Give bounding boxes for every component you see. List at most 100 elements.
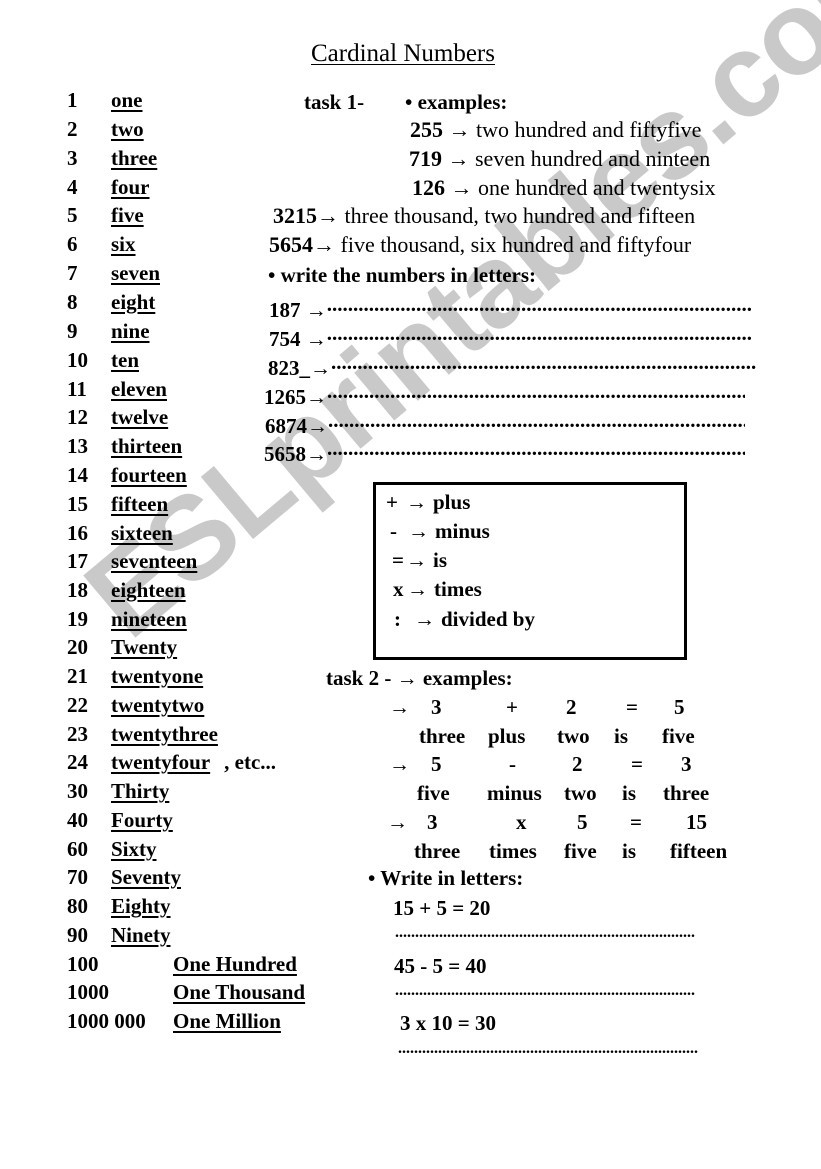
number-word: two bbox=[111, 117, 144, 141]
equation-digit: = bbox=[631, 752, 643, 776]
equation-word: minus bbox=[487, 781, 542, 805]
number-row: 24 twentyfour , etc... bbox=[67, 750, 276, 779]
number-row: 100 One Hundred bbox=[67, 952, 297, 981]
equation-digit: 15 bbox=[686, 810, 707, 834]
number-word: twentythree bbox=[111, 722, 218, 746]
number-digits: 8 bbox=[67, 290, 78, 314]
number-row: 1 one bbox=[67, 88, 143, 117]
number-word: twentyone bbox=[111, 664, 204, 688]
number-word: twelve bbox=[111, 405, 169, 429]
number-row: 30 Thirty bbox=[67, 779, 169, 808]
number-word: twentytwo bbox=[111, 693, 205, 717]
number-digits: 24 bbox=[67, 750, 88, 774]
exercise-row: 1265→...................................… bbox=[264, 379, 745, 410]
equation-word: two bbox=[557, 724, 590, 748]
answer-line[interactable]: ........................................… bbox=[327, 379, 745, 404]
task1-label: task 1- bbox=[304, 90, 365, 114]
operator-row: =→ is bbox=[392, 548, 447, 573]
number-row: 13 thirteen bbox=[67, 434, 182, 463]
operator-row: + → plus bbox=[386, 490, 470, 515]
example-row: 5654→ five thousand, six hundred and fif… bbox=[269, 232, 691, 258]
number-word: Seventy bbox=[111, 865, 181, 889]
operator-symbol: + bbox=[386, 490, 398, 514]
number-word: One Thousand bbox=[173, 980, 306, 1004]
answer-line[interactable]: ........................................… bbox=[395, 924, 731, 942]
example-number: 126 bbox=[412, 175, 445, 200]
number-row: 70 Seventy bbox=[67, 865, 181, 894]
equation-word: is bbox=[622, 781, 637, 805]
number-row: 8 eight bbox=[67, 290, 155, 319]
answer-line[interactable]: ........................................… bbox=[327, 436, 745, 461]
task1-examples-heading: • examples: bbox=[405, 90, 508, 114]
exercise-number: 754 bbox=[269, 327, 301, 351]
arrow-icon: → bbox=[406, 490, 427, 514]
arrow-icon: → bbox=[317, 203, 345, 228]
answer-line[interactable]: ........................................… bbox=[327, 321, 751, 346]
number-row: 1000 One Thousand bbox=[67, 980, 305, 1009]
number-digits: 5 bbox=[67, 203, 78, 227]
number-digits: 2 bbox=[67, 117, 78, 141]
number-digits: 15 bbox=[67, 492, 88, 516]
number-row: 80 Eighty bbox=[67, 894, 171, 923]
equation-digit: 5 bbox=[431, 752, 442, 776]
number-digits: 100 bbox=[67, 952, 99, 976]
equation-word: times bbox=[489, 839, 537, 863]
number-digits: 4 bbox=[67, 175, 78, 199]
number-row: 2 two bbox=[67, 117, 144, 146]
arrow-icon: → bbox=[313, 232, 341, 257]
number-row: 23 twentythree bbox=[67, 722, 218, 751]
worksheet-page: Cardinal Numbers 1 one 2 two 3 three 4 four 5 fiv… bbox=[0, 0, 821, 1169]
number-row: 14 fourteen bbox=[67, 463, 187, 492]
number-word: Thirty bbox=[111, 779, 170, 803]
number-word: nine bbox=[111, 319, 150, 343]
operator-symbol: : bbox=[394, 607, 401, 631]
equation-word: five bbox=[564, 839, 597, 863]
arrow-icon: → bbox=[306, 385, 327, 409]
operator-row: : → divided by bbox=[394, 607, 535, 632]
exercise-row: 6874→...................................… bbox=[265, 408, 745, 439]
number-word: nineteen bbox=[111, 607, 187, 631]
number-row: 10 ten bbox=[67, 348, 139, 377]
number-row: 4 four bbox=[67, 175, 150, 204]
number-word: eleven bbox=[111, 377, 167, 401]
exercise-row: 187 →...................................… bbox=[269, 292, 751, 323]
equation-digit: 3 bbox=[431, 695, 442, 719]
number-word: Eighty bbox=[111, 894, 171, 918]
number-row: 5 five bbox=[67, 203, 144, 232]
number-word: eight bbox=[111, 290, 156, 314]
number-digits: 30 bbox=[67, 779, 88, 803]
number-row: 12 twelve bbox=[67, 405, 168, 434]
write-item: 45 - 5 = 40 bbox=[394, 954, 487, 978]
number-row: 3 three bbox=[67, 146, 157, 175]
equation-digit: 3 bbox=[681, 752, 692, 776]
operator-word: times bbox=[434, 577, 482, 601]
number-row: 17 seventeen bbox=[67, 549, 197, 578]
answer-line[interactable]: ........................................… bbox=[395, 982, 731, 1000]
number-digits: 13 bbox=[67, 434, 88, 458]
number-word: One Million bbox=[173, 1009, 281, 1033]
answer-line[interactable]: ........................................… bbox=[398, 1040, 734, 1058]
arrow-icon: → bbox=[300, 327, 327, 351]
arrow-icon: → bbox=[307, 414, 328, 438]
number-word: three bbox=[111, 146, 158, 170]
number-word: fifteen bbox=[111, 492, 169, 516]
equation-word: five bbox=[417, 781, 450, 805]
example-words: seven hundred and ninteen bbox=[475, 146, 711, 171]
arrow-icon: _→ bbox=[299, 356, 332, 380]
equation-digit: = bbox=[626, 695, 638, 719]
equation-digit: = bbox=[630, 810, 642, 834]
number-word: ten bbox=[111, 348, 139, 372]
number-digits: 21 bbox=[67, 664, 88, 688]
page-title: Cardinal Numbers bbox=[311, 40, 495, 67]
number-row: 9 nine bbox=[67, 319, 150, 348]
answer-line[interactable]: ........................................… bbox=[327, 292, 751, 317]
answer-line[interactable]: ........................................… bbox=[331, 350, 756, 375]
number-word: seven bbox=[111, 261, 160, 285]
answer-line[interactable]: ........................................… bbox=[328, 408, 745, 433]
operator-word: is bbox=[433, 548, 448, 572]
operator-word: minus bbox=[435, 519, 490, 543]
example-row: 255 → two hundred and fiftyfive bbox=[410, 117, 701, 143]
equation-word: is bbox=[614, 724, 629, 748]
number-digits: 14 bbox=[67, 463, 88, 487]
number-row: 20 Twenty bbox=[67, 635, 177, 664]
